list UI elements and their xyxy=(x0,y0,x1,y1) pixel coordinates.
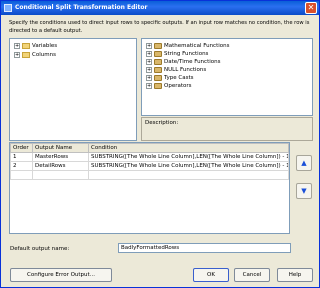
description-label: Description: xyxy=(145,120,179,126)
tree-item-label: Columns xyxy=(32,52,56,58)
folder-icon xyxy=(22,52,30,58)
cancel-button[interactable]: Cancel xyxy=(234,268,270,282)
app-icon xyxy=(4,4,12,12)
table-row[interactable]: 2 DetailRows SUBSTRING([The Whole Line C… xyxy=(10,161,289,171)
expand-icon[interactable]: + xyxy=(146,59,152,65)
conditions-grid[interactable]: Order Output Name Condition 1 MasterRows… xyxy=(9,142,290,234)
new-row[interactable] xyxy=(10,170,289,180)
cell-output-name[interactable] xyxy=(32,170,89,180)
cell-condition[interactable] xyxy=(88,170,289,180)
ok-button[interactable]: OK xyxy=(193,268,229,282)
function-folder-icon xyxy=(154,83,162,89)
expand-icon[interactable]: + xyxy=(146,75,152,81)
table-row[interactable]: 1 MasterRows SUBSTRING([The Whole Line C… xyxy=(10,152,289,162)
cell-order[interactable] xyxy=(10,170,33,180)
column-header-order[interactable]: Order xyxy=(10,143,33,153)
column-header-output-name[interactable]: Output Name xyxy=(32,143,89,153)
help-button[interactable]: Help xyxy=(277,268,313,282)
folder-icon xyxy=(22,43,30,49)
function-folder-icon xyxy=(154,43,162,49)
configure-error-output-button[interactable]: Configure Error Output... xyxy=(10,268,112,282)
cell-condition[interactable]: SUBSTRING([The Whole Line Column],LEN([T… xyxy=(88,152,289,162)
function-folder-icon xyxy=(154,51,162,57)
column-header-condition[interactable]: Condition xyxy=(88,143,289,153)
window-title: Conditional Split Transformation Editor xyxy=(15,4,148,11)
cell-condition[interactable]: SUBSTRING([The Whole Line Column],LEN([T… xyxy=(88,161,289,171)
tree-item-label: Date/Time Functions xyxy=(164,59,221,65)
default-output-label: Default output name: xyxy=(10,246,70,252)
title-bar[interactable]: Conditional Split Transformation Editor … xyxy=(1,1,319,15)
cell-output-name[interactable]: MasterRows xyxy=(32,152,89,162)
expand-icon[interactable]: + xyxy=(146,51,152,57)
function-folder-icon xyxy=(154,67,162,73)
close-icon[interactable]: ✕ xyxy=(305,2,317,14)
expand-icon[interactable]: + xyxy=(146,83,152,89)
function-folder-icon xyxy=(154,75,162,81)
tree-item-label: String Functions xyxy=(164,51,209,57)
variables-columns-tree[interactable]: + Variables + Columns xyxy=(9,38,137,141)
function-folder-icon xyxy=(154,59,162,65)
expand-icon[interactable]: + xyxy=(146,67,152,73)
cell-order[interactable]: 1 xyxy=(10,152,33,162)
editor-window: Conditional Split Transformation Editor … xyxy=(0,0,320,288)
move-up-button[interactable]: ▲ xyxy=(296,155,312,171)
tree-item-label: Type Casts xyxy=(164,75,194,81)
expand-icon[interactable]: + xyxy=(14,52,20,58)
cell-output-name[interactable]: DetailRows xyxy=(32,161,89,171)
tree-item-label: Mathematical Functions xyxy=(164,43,230,49)
functions-tree[interactable]: + Mathematical Functions + String Functi… xyxy=(141,38,313,116)
description-panel: Description: xyxy=(141,117,313,141)
tree-item-label: NULL Functions xyxy=(164,67,207,73)
expand-icon[interactable]: + xyxy=(146,43,152,49)
instructions-text: Specify the conditions used to direct in… xyxy=(9,20,310,34)
move-down-button[interactable]: ▼ xyxy=(296,183,312,199)
expand-icon[interactable]: + xyxy=(14,43,20,49)
cell-order[interactable]: 2 xyxy=(10,161,33,171)
tree-item-label: Operators xyxy=(164,83,192,89)
tree-item-label: Variables xyxy=(32,43,58,49)
default-output-field[interactable]: BadlyFormattedRows xyxy=(118,243,291,253)
